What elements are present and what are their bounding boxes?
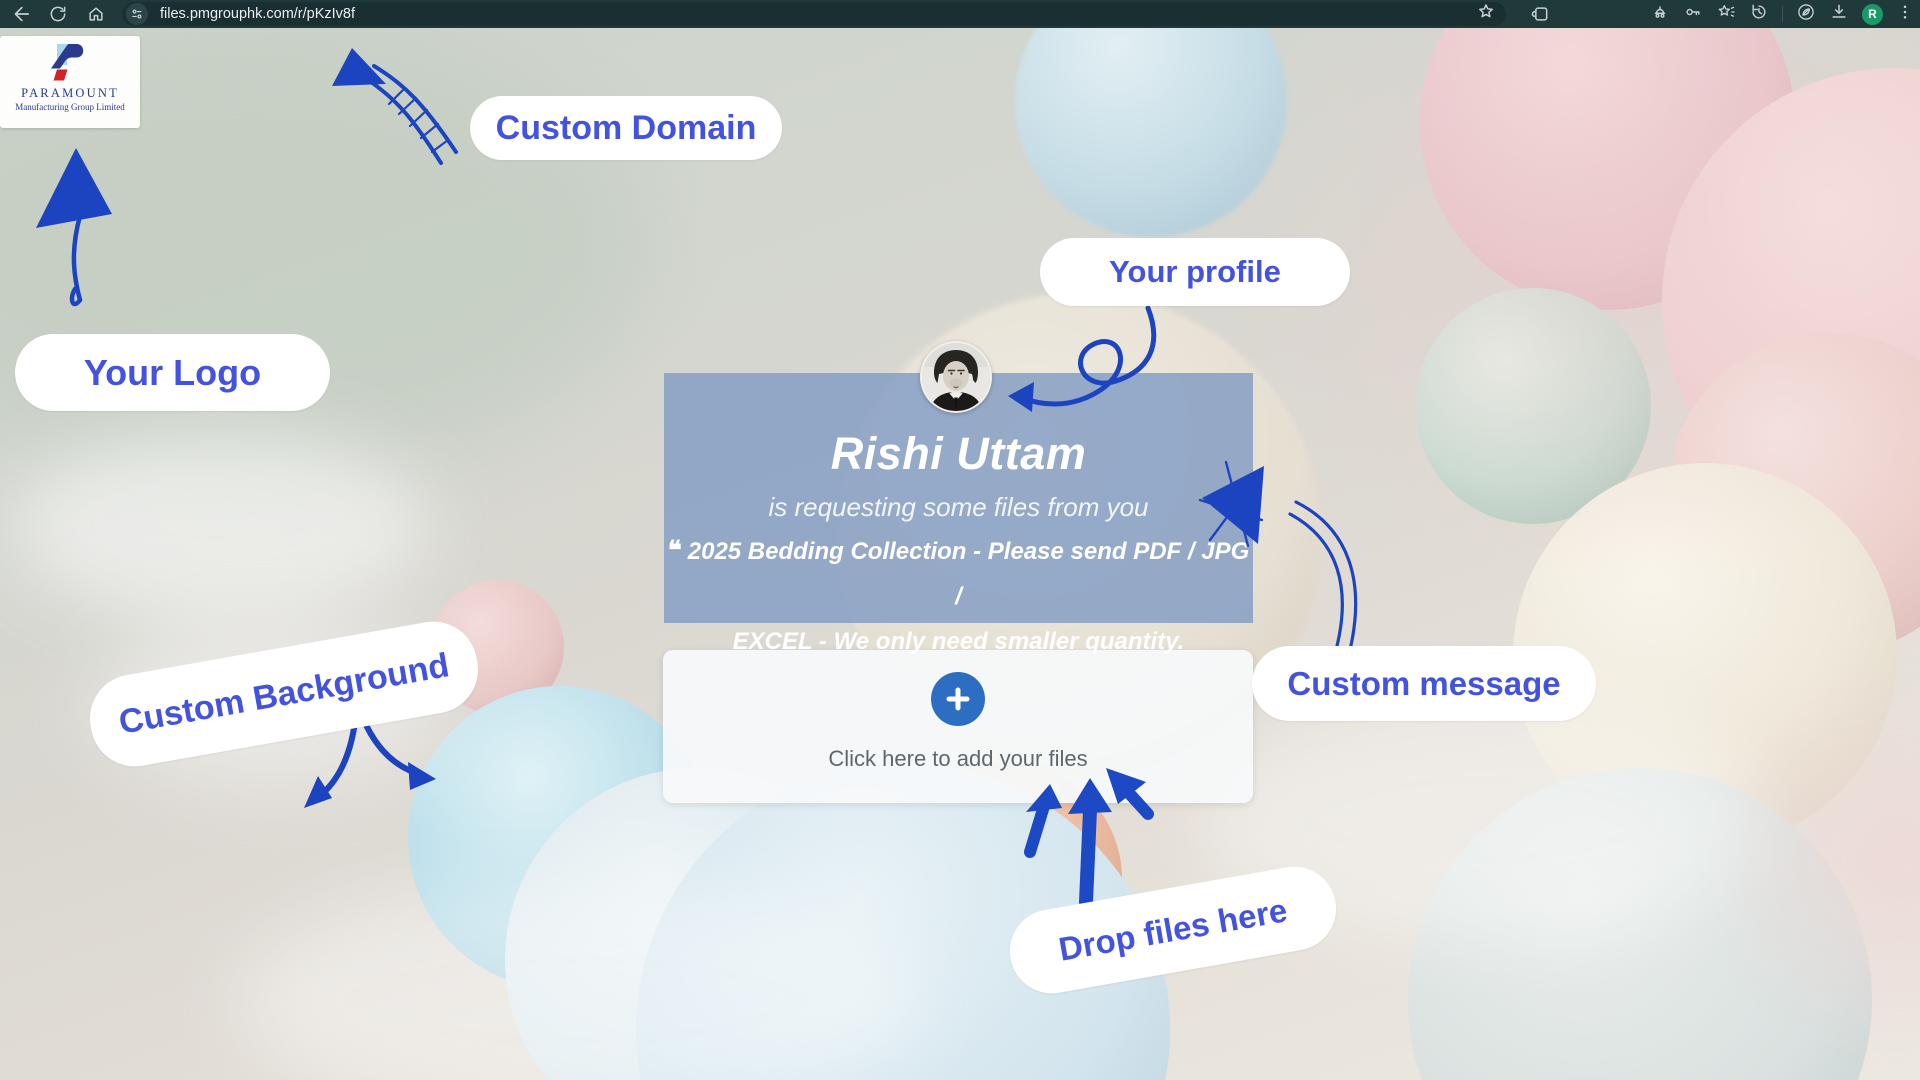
downloads-icon[interactable] bbox=[1829, 2, 1849, 27]
home-icon[interactable] bbox=[84, 2, 108, 26]
annotation-your-logo: Your Logo bbox=[15, 334, 330, 411]
password-key-icon[interactable] bbox=[1683, 2, 1703, 27]
file-request-page: { "browser": { "url": "files.pmgrouphk.c… bbox=[0, 0, 1920, 1080]
upload-label[interactable]: Click here to add your files bbox=[663, 746, 1253, 772]
quote-icon: ❝ bbox=[668, 535, 682, 565]
annotation-your-profile: Your profile bbox=[1040, 238, 1350, 306]
extensions-icon[interactable] bbox=[1528, 2, 1552, 26]
message-line2: EXCEL - We only need smaller quantity. bbox=[733, 628, 1185, 655]
bookmark-star-icon[interactable] bbox=[1476, 2, 1496, 27]
file-drop-zone[interactable]: Click here to add your files bbox=[663, 650, 1253, 803]
requester-name: Rishi Uttam bbox=[664, 428, 1253, 480]
message-line1: 2025 Bedding Collection - Please send PD… bbox=[688, 538, 1250, 610]
annotation-custom-message: Custom message bbox=[1252, 646, 1596, 721]
company-logo: PARAMOUNT Manufacturing Group Limited bbox=[0, 36, 140, 128]
history-icon[interactable] bbox=[1749, 2, 1769, 27]
request-subtitle: is requesting some files from you bbox=[664, 492, 1253, 523]
site-info-icon[interactable] bbox=[126, 3, 148, 25]
company-name: PARAMOUNT bbox=[21, 86, 119, 101]
reload-icon[interactable] bbox=[46, 2, 70, 26]
toolbar-extensions-cluster: R bbox=[1650, 2, 1914, 26]
back-icon[interactable] bbox=[8, 2, 32, 26]
toolbar-divider bbox=[1782, 6, 1783, 22]
paramount-logo-mark bbox=[48, 42, 92, 84]
eco-leaf-icon[interactable] bbox=[1796, 2, 1816, 27]
custom-message-text: ❝2025 Bedding Collection - Please send P… bbox=[664, 528, 1253, 664]
annotation-custom-domain: Custom Domain bbox=[470, 96, 782, 160]
extension-cart-icon[interactable] bbox=[1650, 2, 1670, 27]
add-files-plus-icon[interactable] bbox=[931, 672, 985, 726]
profile-avatar-badge[interactable]: R bbox=[1862, 4, 1883, 25]
url-text[interactable]: files.pmgrouphk.com/r/pKzIv8f bbox=[160, 6, 1476, 22]
browser-toolbar: files.pmgrouphk.com/r/pKzIv8f bbox=[0, 0, 1920, 28]
company-subtitle: Manufacturing Group Limited bbox=[15, 102, 124, 112]
address-bar[interactable]: files.pmgrouphk.com/r/pKzIv8f bbox=[122, 2, 1506, 26]
menu-kebab-icon[interactable] bbox=[1896, 3, 1914, 26]
review-star-icon[interactable] bbox=[1716, 2, 1736, 27]
profile-photo bbox=[920, 341, 992, 413]
